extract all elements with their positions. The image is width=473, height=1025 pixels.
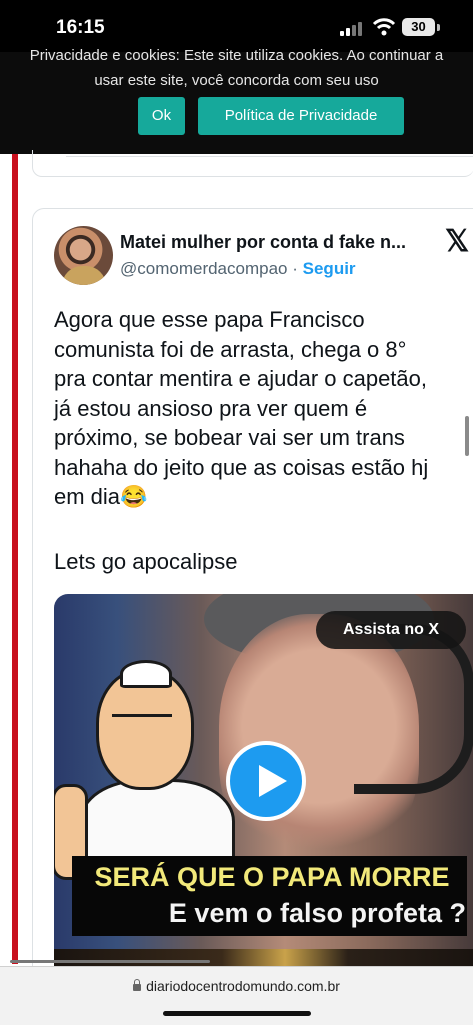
cookie-text: Privacidade e cookies: Este site utiliza… — [0, 43, 473, 93]
wifi-icon — [372, 18, 396, 36]
author-handle[interactable]: @comomerdacompao — [120, 259, 288, 278]
privacy-policy-button[interactable]: Política de Privacidade — [198, 97, 404, 135]
cookie-banner: Privacidade e cookies: Este site utiliza… — [0, 47, 473, 154]
browser-address-bar[interactable]: diariodocentrodomundo.com.br — [0, 966, 473, 1025]
author-handle-row: @comomerdacompao · Seguir — [120, 259, 356, 279]
tweet-line: Agora que esse papa Francisco — [54, 307, 365, 332]
battery-icon: 30 — [402, 18, 435, 36]
lock-icon — [133, 979, 142, 991]
video-caption: SERÁ QUE O PAPA MORRE E vem o falso prof… — [72, 856, 467, 936]
follow-button[interactable]: Seguir — [303, 259, 356, 278]
tweet-line: pra contar mentira e ajudar o capetão, — [54, 366, 428, 391]
scrollbar[interactable] — [465, 416, 469, 456]
url-text[interactable]: diariodocentrodomundo.com.br — [146, 978, 340, 994]
tweet-text: Agora que esse papa Francisco comunista … — [54, 305, 473, 512]
video-caption-line1: SERÁ QUE O PAPA MORRE — [94, 862, 450, 892]
headphone-shape — [354, 624, 473, 794]
url-row[interactable]: diariodocentrodomundo.com.br — [0, 978, 473, 994]
tweet-line: hahaha do jeito que as coisas estão hj — [54, 454, 429, 480]
home-indicator — [163, 1011, 311, 1016]
previous-card-inner — [66, 150, 473, 157]
video-caption-line2: E vem o falso profeta ? — [168, 898, 466, 928]
author-name[interactable]: Matei mulher por conta d fake n... — [120, 232, 406, 253]
battery-tip — [437, 24, 440, 31]
embedded-tweet[interactable]: Matei mulher por conta d fake n... @como… — [32, 208, 473, 980]
cookie-text-line2: usar este site, você concorda com seu us… — [94, 72, 379, 89]
handle-separator: · — [292, 259, 298, 278]
tweet-line: comunista foi de arrasta, chega o 8° — [54, 336, 407, 362]
signal-icon — [340, 20, 366, 36]
status-time: 16:15 — [56, 17, 105, 38]
tweet-line: já estou ansioso pra ver quem é — [54, 395, 368, 421]
cookie-ok-button[interactable]: Ok — [138, 97, 185, 135]
cookie-text-line1: Privacidade e cookies: Este site utiliza… — [29, 47, 444, 64]
play-icon[interactable] — [226, 741, 306, 821]
avatar[interactable] — [54, 226, 113, 285]
tweet-line-last: Lets go apocalipse — [54, 549, 238, 574]
pope-cartoon-image — [54, 644, 235, 885]
tweet-video[interactable]: SERÁ QUE O PAPA MORRE E vem o falso prof… — [54, 594, 473, 979]
watch-on-x-button[interactable]: Assista no X — [316, 611, 466, 649]
x-logo-icon[interactable]: 𝕏 — [445, 227, 469, 257]
tweet-line: em dia😂 — [54, 484, 148, 509]
horizontal-scrollbar[interactable] — [10, 960, 210, 963]
tweet-line: próximo, se bobear vai ser um trans — [54, 425, 405, 450]
sidebar-accent — [12, 154, 18, 964]
